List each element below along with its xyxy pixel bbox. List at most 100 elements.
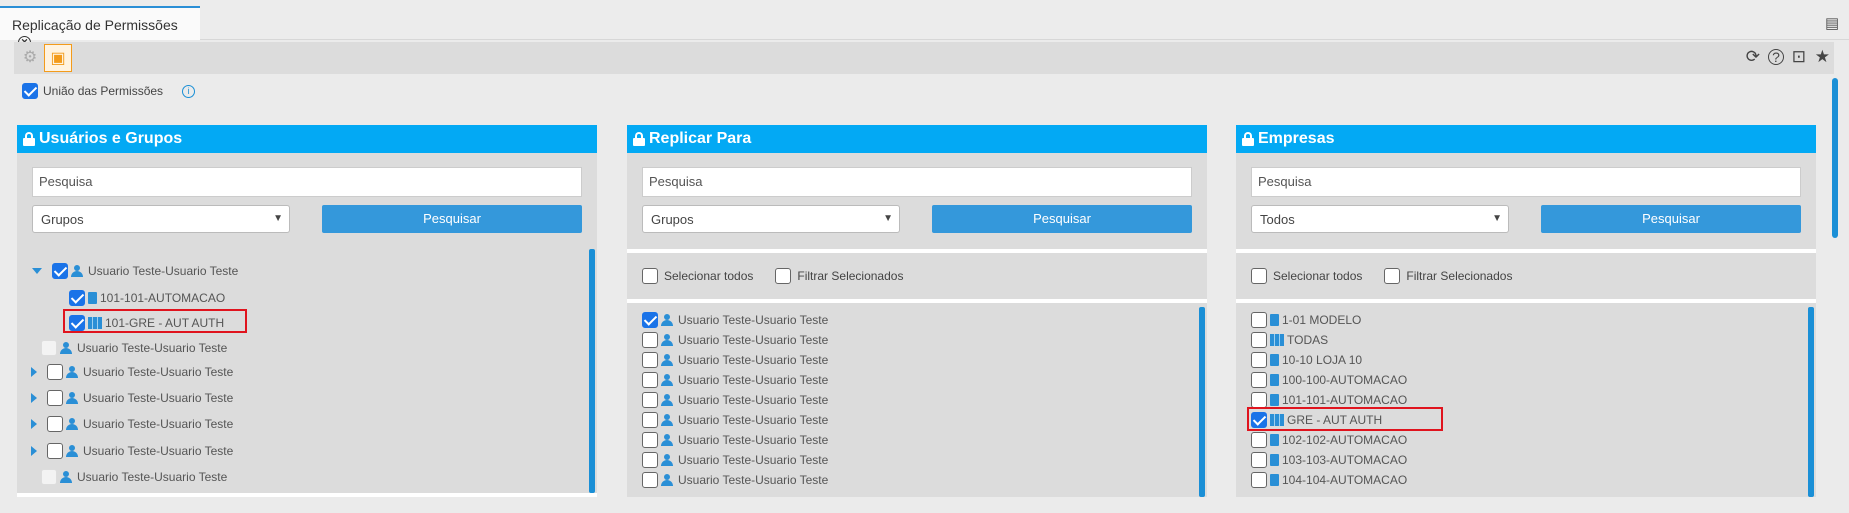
tree-node[interactable]: Usuario Teste-Usuario Teste — [41, 469, 227, 485]
item-label: Usuario Teste-Usuario Teste — [678, 393, 829, 407]
type-select[interactable]: Grupos ▼ — [32, 205, 290, 233]
list-item[interactable]: 103-103-AUTOMACAO — [1251, 452, 1407, 468]
item-checkbox[interactable] — [642, 472, 658, 488]
union-permissions-checkbox[interactable] — [22, 83, 38, 99]
search-input[interactable]: Pesquisa — [1251, 167, 1801, 197]
tree-node-root[interactable]: Usuario Teste-Usuario Teste — [32, 263, 238, 279]
list-item[interactable]: 101-101-AUTOMACAO — [1251, 392, 1407, 408]
tree-label: Usuario Teste-Usuario Teste — [77, 470, 228, 484]
panel-header: Replicar Para — [627, 125, 1207, 153]
lock-icon — [633, 132, 645, 146]
list-item[interactable]: 1-01 MODELO — [1251, 312, 1361, 328]
lock-icon[interactable]: ⊡ — [1792, 47, 1806, 67]
item-checkbox[interactable] — [1251, 372, 1267, 388]
tree-label: Usuario Teste-Usuario Teste — [83, 417, 234, 431]
item-checkbox[interactable] — [642, 352, 658, 368]
type-select[interactable]: Grupos ▼ — [642, 205, 900, 233]
item-checkbox[interactable] — [1251, 432, 1267, 448]
tab-replicacao[interactable]: Replicação de Permissões ✕ — [0, 6, 200, 49]
tab-title: Replicação de Permissões — [12, 17, 178, 33]
chevron-down-icon: ▼ — [273, 213, 283, 224]
info-icon[interactable]: i — [182, 84, 196, 98]
expand-arrow-icon[interactable] — [31, 393, 37, 403]
item-checkbox[interactable] — [1251, 352, 1267, 368]
item-label: 101-101-AUTOMACAO — [1282, 393, 1408, 407]
item-checkbox[interactable] — [642, 432, 658, 448]
select-all-checkbox[interactable] — [642, 268, 658, 284]
list-item[interactable]: Usuario Teste-Usuario Teste — [642, 472, 828, 488]
list-item[interactable]: Usuario Teste-Usuario Teste — [642, 392, 828, 408]
list-scrollbar[interactable] — [1808, 307, 1814, 497]
expand-arrow-icon[interactable] — [31, 367, 37, 377]
item-checkbox[interactable] — [642, 392, 658, 408]
tree-node[interactable]: Usuario Teste-Usuario Teste — [31, 364, 233, 380]
item-checkbox[interactable] — [642, 372, 658, 388]
user-group-icon — [661, 354, 675, 366]
item-checkbox[interactable] — [642, 452, 658, 468]
document-icon — [1270, 354, 1279, 366]
item-checkbox[interactable] — [1251, 472, 1267, 488]
list-item[interactable]: 100-100-AUTOMACAO — [1251, 372, 1407, 388]
list-item[interactable]: 104-104-AUTOMACAO — [1251, 472, 1407, 488]
save-button[interactable]: ▣ — [44, 44, 72, 72]
tree-label: Usuario Teste-Usuario Teste — [88, 264, 239, 278]
list-item[interactable]: Usuario Teste-Usuario Teste — [642, 452, 828, 468]
list-item[interactable]: TODAS — [1251, 332, 1328, 348]
help-icon[interactable]: ? — [1768, 49, 1784, 65]
tree-checkbox[interactable] — [47, 390, 63, 406]
lock-icon — [1242, 132, 1254, 146]
tree-checkbox[interactable] — [52, 263, 68, 279]
tree-checkbox[interactable] — [47, 416, 63, 432]
list-item[interactable]: Usuario Teste-Usuario Teste — [642, 432, 828, 448]
list-scrollbar[interactable] — [589, 249, 595, 493]
search-button[interactable]: Pesquisar — [1541, 205, 1801, 233]
tree-checkbox[interactable] — [47, 364, 63, 380]
search-button[interactable]: Pesquisar — [932, 205, 1192, 233]
type-select[interactable]: Todos ▼ — [1251, 205, 1509, 233]
list-item[interactable]: Usuario Teste-Usuario Teste — [642, 332, 828, 348]
item-label: 102-102-AUTOMACAO — [1282, 433, 1408, 447]
list-item[interactable]: 102-102-AUTOMACAO — [1251, 432, 1407, 448]
panel-header: Empresas — [1236, 125, 1816, 153]
window-list-icon[interactable]: ▤ — [1825, 14, 1843, 32]
select-all-label: Selecionar todos — [1273, 269, 1363, 283]
tree-list: Usuario Teste-Usuario Teste 101-101-AUTO… — [17, 249, 597, 493]
panel-title: Usuários e Grupos — [39, 130, 183, 147]
expand-arrow-icon[interactable] — [32, 268, 42, 274]
item-checkbox[interactable] — [1251, 452, 1267, 468]
tree-node[interactable]: Usuario Teste-Usuario Teste — [31, 416, 233, 432]
tree-node-child[interactable]: 101-101-AUTOMACAO — [69, 290, 225, 306]
item-checkbox[interactable] — [1251, 312, 1267, 328]
page-scrollbar[interactable] — [1832, 78, 1838, 238]
search-input[interactable]: Pesquisa — [32, 167, 582, 197]
item-checkbox[interactable] — [642, 412, 658, 428]
tree-node[interactable]: Usuario Teste-Usuario Teste — [31, 443, 233, 459]
item-checkbox[interactable] — [642, 312, 658, 328]
list-item[interactable]: Usuario Teste-Usuario Teste — [642, 312, 828, 328]
tree-checkbox[interactable] — [69, 290, 85, 306]
filter-selected-checkbox[interactable] — [1384, 268, 1401, 284]
list-item[interactable]: Usuario Teste-Usuario Teste — [642, 412, 828, 428]
refresh-icon[interactable]: ⟳ — [1746, 47, 1760, 67]
list-item[interactable]: Usuario Teste-Usuario Teste — [642, 352, 828, 368]
list-item[interactable]: 10-10 LOJA 10 — [1251, 352, 1362, 368]
tab-bar: Replicação de Permissões ✕ ▤ — [0, 0, 1849, 49]
item-checkbox[interactable] — [1251, 332, 1267, 348]
tree-node[interactable]: Usuario Teste-Usuario Teste — [31, 390, 233, 406]
search-button[interactable]: Pesquisar — [322, 205, 582, 233]
expand-arrow-icon[interactable] — [31, 446, 37, 456]
list-scrollbar[interactable] — [1199, 307, 1205, 497]
list-item[interactable]: Usuario Teste-Usuario Teste — [642, 372, 828, 388]
search-input[interactable]: Pesquisa — [642, 167, 1192, 197]
document-icon — [1270, 474, 1279, 486]
tree-checkbox[interactable] — [47, 443, 63, 459]
document-icon — [1270, 314, 1279, 326]
tree-node[interactable]: Usuario Teste-Usuario Teste — [41, 340, 227, 356]
item-checkbox[interactable] — [642, 332, 658, 348]
item-checkbox[interactable] — [1251, 392, 1267, 408]
select-all-checkbox[interactable] — [1251, 268, 1267, 284]
filter-selected-checkbox[interactable] — [775, 268, 792, 284]
chevron-down-icon: ▼ — [883, 213, 893, 224]
expand-arrow-icon[interactable] — [31, 419, 37, 429]
favorite-star-icon[interactable]: ★ — [1815, 47, 1830, 67]
